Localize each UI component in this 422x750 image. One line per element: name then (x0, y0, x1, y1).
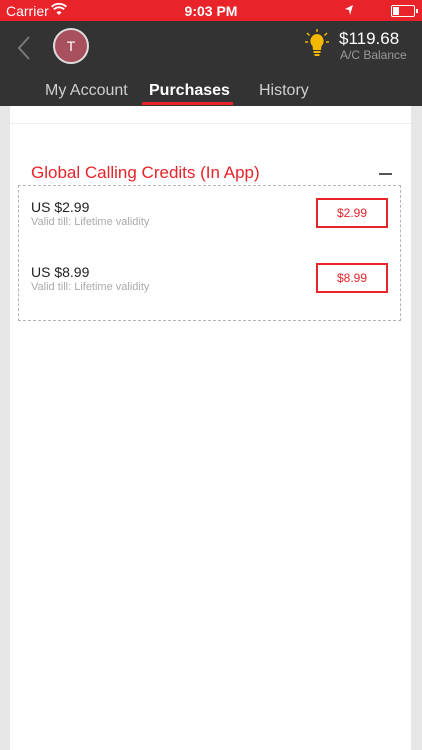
product-list: US $2.99 Valid till: Lifetime validity $… (18, 185, 401, 321)
clock: 9:03 PM (184, 3, 238, 19)
product-title: US $8.99 (31, 264, 90, 280)
purchases-card: Global Calling Credits (In App) US $2.99… (10, 106, 411, 750)
card-header-strip (10, 106, 411, 124)
app-header: T $119.68 A/C Balance My Account Purchas… (0, 21, 422, 106)
product-validity: Valid till: Lifetime validity (31, 281, 150, 293)
battery-icon (391, 5, 418, 17)
tab-history[interactable]: History (259, 82, 309, 100)
active-tab-indicator (142, 102, 233, 105)
status-bar: Carrier 9:03 PM (0, 0, 422, 21)
lightbulb-icon (305, 29, 329, 64)
collapse-minus-icon[interactable] (379, 173, 392, 175)
back-chevron-icon[interactable] (17, 35, 31, 67)
section-title: Global Calling Credits (In App) (31, 163, 260, 182)
buy-button[interactable]: $2.99 (316, 198, 388, 228)
avatar[interactable]: T (53, 28, 89, 64)
balance-amount: $119.68 (339, 29, 400, 48)
product-title: US $2.99 (31, 199, 90, 215)
balance-label: A/C Balance (340, 48, 407, 62)
tab-bar: My Account Purchases History (0, 81, 422, 106)
buy-button[interactable]: $8.99 (316, 263, 388, 293)
tab-purchases[interactable]: Purchases (149, 82, 230, 100)
location-arrow-icon (344, 3, 354, 19)
product-validity: Valid till: Lifetime validity (31, 216, 150, 228)
list-item: US $2.99 Valid till: Lifetime validity $… (19, 198, 400, 259)
tab-my-account[interactable]: My Account (45, 82, 128, 100)
list-item: US $8.99 Valid till: Lifetime validity $… (19, 263, 400, 324)
